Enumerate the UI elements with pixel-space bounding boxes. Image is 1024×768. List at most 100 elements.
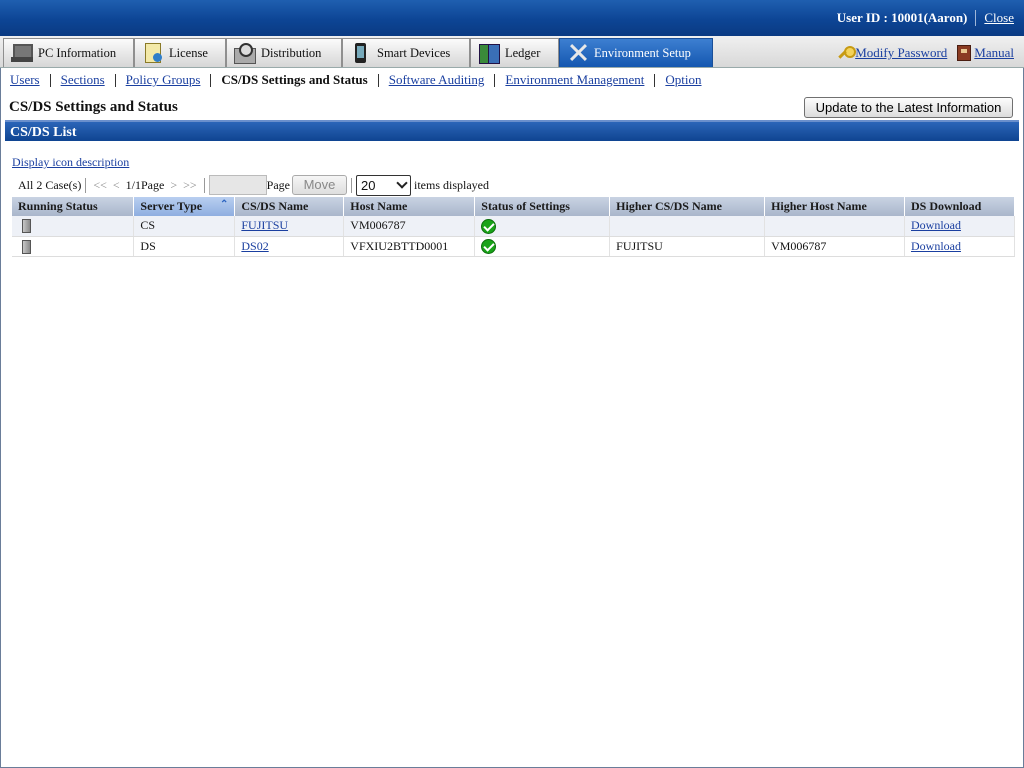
download-link[interactable]: Download — [911, 239, 961, 253]
tab-license[interactable]: License — [134, 38, 226, 67]
column-header-cs-ds-name[interactable]: CS/DS Name — [234, 197, 345, 216]
page-label: Page — [266, 177, 290, 192]
column-header-label: Server Type — [140, 199, 203, 213]
cs-ds-name-link[interactable]: DS02 — [241, 239, 268, 253]
last-page-link[interactable]: >> — [183, 178, 197, 193]
paging-bar: All 2 Case(s) << < 1/1Page > >> Page Mov… — [18, 174, 489, 196]
cs-ds-name-cell: DS02 — [234, 236, 345, 257]
submenu-software-auditing[interactable]: Software Auditing — [389, 72, 485, 88]
pc-icon — [10, 42, 34, 64]
display-icon-description-link[interactable]: Display icon description — [12, 155, 129, 170]
tab-environment-setup[interactable]: Environment Setup — [559, 38, 713, 67]
divider — [203, 177, 205, 193]
table-row: DS DS02 VFXIU2BTTD0001 FUJITSU VM006787 … — [12, 236, 1016, 257]
tab-smart-devices[interactable]: Smart Devices — [342, 38, 470, 67]
divider — [975, 10, 977, 26]
page-title: CS/DS Settings and Status — [9, 99, 178, 115]
submenu-option[interactable]: Option — [665, 72, 701, 88]
host-name-cell: VM006787 — [343, 216, 476, 237]
distribution-icon — [233, 42, 257, 64]
status-cell — [474, 236, 611, 257]
divider — [85, 177, 87, 193]
higher-host-name-cell — [764, 216, 905, 237]
tab-pc-information[interactable]: PC Information — [3, 38, 134, 67]
higher-cs-ds-name-cell: FUJITSU — [609, 236, 766, 257]
cs-ds-name-link[interactable]: FUJITSU — [241, 218, 288, 232]
items-displayed-label: items displayed — [413, 177, 489, 192]
column-header-host-name[interactable]: Host Name — [343, 197, 476, 216]
running-status-cell — [12, 236, 135, 257]
next-page-link[interactable]: > — [170, 178, 177, 193]
column-header-ds-download[interactable]: DS Download — [904, 197, 1016, 216]
page-number-input[interactable] — [208, 175, 267, 195]
higher-host-name-cell: VM006787 — [764, 236, 905, 257]
submenu-sections[interactable]: Sections — [61, 72, 105, 88]
divider — [210, 73, 212, 87]
sub-menu: Users Sections Policy Groups CS/DS Setti… — [0, 68, 1024, 92]
divider — [654, 73, 656, 87]
prev-page-link[interactable]: < — [113, 178, 120, 193]
divider — [377, 73, 379, 87]
total-count: All 2 Case(s) — [18, 177, 82, 192]
items-per-page-select[interactable]: 20 — [355, 174, 411, 196]
divider — [49, 73, 51, 87]
user-id-label: User ID : — [836, 10, 888, 25]
host-name-cell: VFXIU2BTTD0001 — [343, 236, 476, 257]
top-header-bar: User ID : 10001(Aaron) Close — [0, 0, 1024, 36]
section-header: CS/DS List — [5, 120, 1019, 141]
tab-label: Environment Setup — [594, 45, 691, 60]
running-status-cell — [12, 216, 135, 237]
column-header-higher-cs-ds-name[interactable]: Higher CS/DS Name — [609, 197, 766, 216]
tab-label: License — [169, 45, 208, 60]
download-link[interactable]: Download — [911, 218, 961, 232]
divider — [114, 73, 116, 87]
tab-label: PC Information — [38, 45, 117, 60]
server-running-icon — [22, 239, 31, 254]
tab-ledger[interactable]: Ledger — [470, 38, 559, 67]
server-type-cell: DS — [133, 236, 236, 257]
manual-book-icon — [957, 45, 972, 61]
modify-password-link[interactable]: Modify Password — [855, 45, 947, 61]
top-links: Modify Password Manual — [837, 45, 1014, 61]
cs-ds-table: Running Status Server Type ⌃ CS/DS Name … — [12, 197, 1016, 257]
divider — [494, 73, 496, 87]
column-header-higher-host-name[interactable]: Higher Host Name — [764, 197, 905, 216]
submenu-policy-groups[interactable]: Policy Groups — [126, 72, 201, 88]
submenu-current-cs-ds-settings: CS/DS Settings and Status — [221, 72, 368, 87]
license-icon — [141, 42, 165, 64]
ledger-icon — [477, 42, 501, 64]
user-id-value: 10001(Aaron) — [891, 10, 968, 25]
table-row: CS FUJITSU VM006787 Download — [12, 216, 1016, 237]
key-icon — [837, 45, 857, 61]
status-cell — [474, 216, 611, 237]
checkmark-ok-icon — [481, 218, 497, 234]
smart-device-icon — [349, 42, 373, 64]
column-header-status-of-settings[interactable]: Status of Settings — [474, 197, 611, 216]
chevron-down-icon — [396, 176, 408, 189]
sort-ascending-icon: ⌃ — [219, 199, 229, 210]
items-per-page-value: 20 — [360, 177, 376, 193]
download-cell: Download — [904, 236, 1016, 257]
table-header-row: Running Status Server Type ⌃ CS/DS Name … — [12, 197, 1016, 216]
tab-label: Smart Devices — [377, 45, 451, 60]
higher-cs-ds-name-cell — [609, 216, 766, 237]
divider — [350, 177, 352, 193]
page-info: 1/1Page — [125, 177, 165, 192]
first-page-link[interactable]: << — [93, 178, 107, 193]
manual-link[interactable]: Manual — [974, 45, 1014, 61]
move-button[interactable]: Move — [291, 175, 347, 195]
column-header-server-type[interactable]: Server Type ⌃ — [133, 197, 236, 216]
cs-ds-name-cell: FUJITSU — [234, 216, 345, 237]
checkmark-ok-icon — [481, 238, 497, 254]
close-link[interactable]: Close — [984, 10, 1014, 26]
update-latest-info-button[interactable]: Update to the Latest Information — [804, 97, 1013, 118]
tab-label: Distribution — [261, 45, 322, 60]
tools-icon — [566, 42, 590, 64]
column-header-running-status[interactable]: Running Status — [12, 197, 135, 216]
submenu-environment-management[interactable]: Environment Management — [505, 72, 644, 88]
server-running-icon — [22, 219, 31, 234]
submenu-users[interactable]: Users — [10, 72, 40, 88]
tab-distribution[interactable]: Distribution — [226, 38, 342, 67]
user-info: User ID : 10001(Aaron) Close — [837, 10, 1014, 26]
server-type-cell: CS — [133, 216, 236, 237]
